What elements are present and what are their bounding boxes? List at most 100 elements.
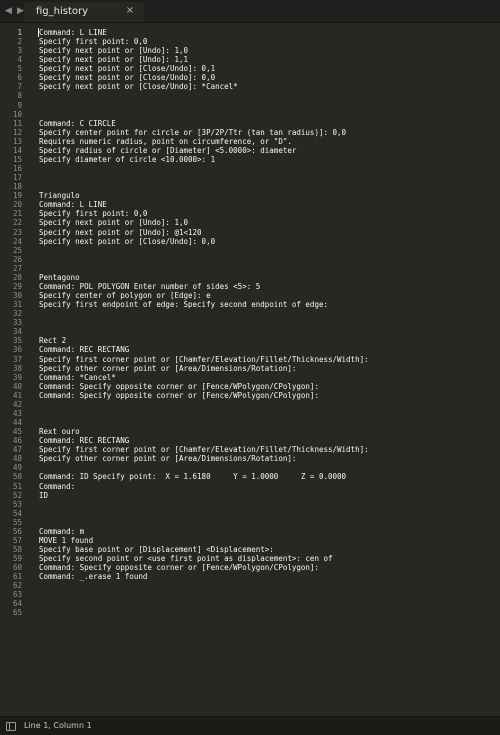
line-number: 29	[12, 281, 22, 291]
code-line[interactable]: Specify other corner point or [Area/Dime…	[39, 454, 296, 463]
line-number: 3	[17, 46, 22, 56]
line-number: 4	[17, 55, 22, 65]
line-number: 18	[12, 182, 22, 192]
cursor-position: Line 1, Column 1	[24, 721, 92, 730]
code-line[interactable]: ID	[39, 491, 48, 500]
line-number: 56	[12, 526, 22, 536]
line-number: 54	[12, 508, 22, 518]
panel-toggle-icon[interactable]	[6, 722, 16, 731]
line-number: 5	[17, 64, 22, 74]
line-number: 15	[12, 154, 22, 164]
line-number: 33	[12, 318, 22, 328]
code-line[interactable]: Specify center of polygon or [Edge]: e	[39, 291, 211, 300]
code-line[interactable]: Specify first corner point or [Chamfer/E…	[39, 445, 369, 454]
tab-label: fig_history	[36, 6, 89, 17]
line-number: 65	[12, 608, 22, 618]
line-number: 57	[12, 535, 22, 545]
tab-fig-history[interactable]: fig_history ×	[24, 2, 144, 22]
code-line[interactable]: Command: ID Specify point: X = 1.6180 Y …	[39, 472, 346, 481]
code-line[interactable]: Specify first point: 0,0	[39, 209, 147, 218]
line-number: 9	[17, 100, 22, 110]
code-line[interactable]: Specify first corner point or [Chamfer/E…	[39, 355, 369, 364]
code-line[interactable]: Specify next point or [Undo]: @1<120	[39, 228, 202, 237]
line-number: 36	[12, 345, 22, 355]
code-line[interactable]: Specify first endpoint of edge: Specify …	[39, 300, 328, 309]
code-line[interactable]: Command: m	[39, 527, 84, 536]
code-line[interactable]: Triangulo	[39, 191, 80, 200]
line-number: 31	[12, 300, 22, 310]
code-line[interactable]: Command: Specify opposite corner or [Fen…	[39, 391, 319, 400]
code-line[interactable]: Command: _.erase 1 found	[39, 572, 147, 581]
code-line[interactable]: Rext ouro	[39, 427, 80, 436]
code-line[interactable]: Requires numeric radius, point on circum…	[39, 137, 292, 146]
code-line[interactable]: Specify next point or [Close/Undo]: 0,0	[39, 237, 215, 246]
line-number: 20	[12, 200, 22, 210]
line-number: 24	[12, 236, 22, 246]
close-icon[interactable]: ×	[124, 5, 136, 17]
back-arrow-icon[interactable]: ◀	[4, 3, 13, 19]
line-number: 28	[12, 272, 22, 282]
tab-navigation: ◀ ▶	[4, 3, 25, 19]
line-number: 7	[17, 82, 22, 92]
line-number: 38	[12, 363, 22, 373]
line-number: 55	[12, 517, 22, 527]
code-line[interactable]: Specify first point: 0,0	[39, 37, 147, 46]
code-line[interactable]: Command: REC RECTANG	[39, 345, 129, 354]
line-number: 34	[12, 327, 22, 337]
code-line[interactable]: Specify center point for circle or [3P/2…	[39, 128, 346, 137]
code-line[interactable]: Specify next point or [Undo]: 1,0	[39, 218, 188, 227]
line-number: 8	[17, 91, 22, 101]
line-number: 26	[12, 254, 22, 264]
text-cursor	[38, 28, 39, 37]
line-number: 39	[12, 372, 22, 382]
code-line[interactable]: Command: L LINE	[39, 28, 107, 37]
code-line[interactable]: Specify next point or [Close/Undo]: *Can…	[39, 82, 238, 91]
code-line[interactable]: Specify next point or [Close/Undo]: 0,1	[39, 64, 215, 73]
code-line[interactable]: Specify base point or [Displacement] <Di…	[39, 545, 274, 554]
line-number: 44	[12, 418, 22, 427]
line-number: 21	[12, 209, 22, 219]
line-number: 37	[12, 354, 22, 364]
code-line[interactable]: Specify second point or <use first point…	[39, 554, 333, 563]
editor-window: ◀ ▶ fig_history × 1 2 3 4 5 6 7 8 9 10 11 12 13 14 15 1…	[0, 0, 500, 735]
line-number: 1	[17, 28, 22, 37]
code-line[interactable]: Specify next point or [Undo]: 1,1	[39, 55, 188, 64]
code-line[interactable]: Command:	[39, 482, 75, 491]
line-number: 42	[12, 399, 22, 409]
line-number: 2	[17, 37, 22, 47]
code-line[interactable]: Specify next point or [Close/Undo]: 0,0	[39, 73, 215, 82]
line-number: 6	[17, 73, 22, 83]
code-line[interactable]: Command: POL POLYGON Enter number of sid…	[39, 282, 260, 291]
code-line[interactable]: MOVE 1 found	[39, 536, 93, 545]
line-number: 53	[12, 499, 22, 509]
code-line[interactable]: Specify next point or [Undo]: 1,0	[39, 46, 188, 55]
tab-bar: ◀ ▶ fig_history ×	[0, 0, 500, 23]
code-line[interactable]: Command: Specify opposite corner or [Fen…	[39, 563, 319, 572]
code-line[interactable]: Specify other corner point or [Area/Dime…	[39, 364, 296, 373]
line-number: 43	[12, 408, 22, 418]
text-editor[interactable]: 1 2 3 4 5 6 7 8 9 10 11 12 13 14 15 16 17 18 19 20 21 22 23 24 2…	[0, 23, 500, 716]
line-number: 30	[12, 291, 22, 301]
code-line[interactable]: Rect 2	[39, 336, 66, 345]
code-line[interactable]: Command: REC RECTANG	[39, 436, 129, 445]
code-line[interactable]: Specify diameter of circle <10.0000>: 1	[39, 155, 215, 164]
line-number: 32	[12, 309, 22, 319]
line-number: 35	[12, 336, 22, 346]
line-number: 47	[12, 445, 22, 455]
code-line[interactable]: Command: C CIRCLE	[39, 119, 116, 128]
code-line[interactable]: Pentagono	[39, 273, 80, 282]
line-number: 22	[12, 218, 22, 228]
line-number: 13	[12, 136, 22, 146]
line-number: 16	[12, 164, 22, 174]
line-number: 63	[12, 590, 22, 600]
line-number: 25	[12, 245, 22, 255]
code-line[interactable]: Command: Specify opposite corner or [Fen…	[39, 382, 319, 391]
code-line[interactable]: Specify radius of circle or [Diameter] <…	[39, 146, 296, 155]
line-number: 40	[12, 381, 22, 391]
line-number: 11	[12, 118, 22, 128]
code-line[interactable]: Command: L LINE	[39, 200, 107, 209]
line-number: 62	[12, 581, 22, 591]
code-line[interactable]: Command: *Cancel*	[39, 373, 116, 382]
line-number: 52	[12, 490, 22, 500]
status-bar: Line 1, Column 1	[0, 716, 500, 735]
